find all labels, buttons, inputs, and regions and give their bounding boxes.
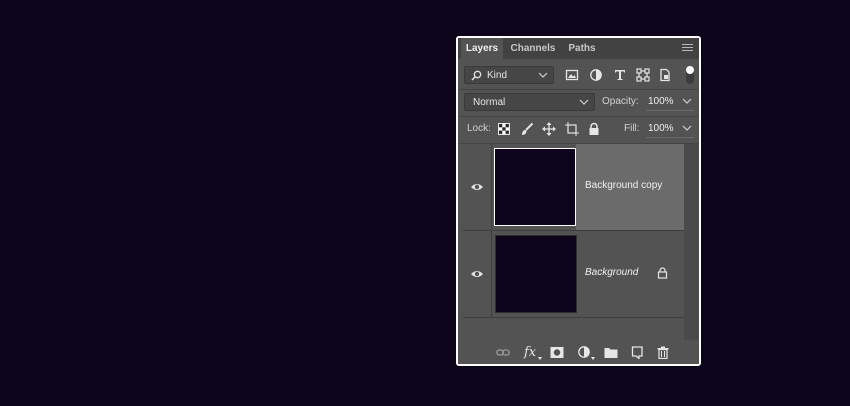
blend-row: Normal Opacity: 100% <box>458 91 699 113</box>
divider <box>458 116 699 117</box>
adjustment-layer-icon[interactable] <box>577 345 595 361</box>
blend-mode-select[interactable]: Normal <box>464 93 595 111</box>
tab-paths[interactable]: Paths <box>562 38 602 59</box>
layer-lock-icon[interactable] <box>657 267 668 279</box>
tab-channels[interactable]: Channels <box>505 38 561 59</box>
layer-name[interactable]: Background copy <box>585 180 662 191</box>
visibility-column <box>463 231 492 317</box>
mask-icon[interactable] <box>550 346 564 359</box>
lock-all-icon[interactable] <box>587 122 601 136</box>
chevron-down-icon <box>579 99 589 105</box>
layer-thumbnail[interactable] <box>494 148 576 226</box>
lock-transparent-icon[interactable] <box>498 123 510 135</box>
opacity-underline <box>646 110 694 111</box>
layer-thumbnail[interactable] <box>495 235 577 313</box>
adjustment-filter-icon[interactable] <box>589 68 603 82</box>
filter-kind-label: Kind <box>487 70 508 81</box>
lock-artboard-icon[interactable] <box>565 122 579 136</box>
fx-icon[interactable]: fx <box>524 343 542 361</box>
divider <box>458 89 699 90</box>
fill-label: Fill: <box>624 123 640 134</box>
shape-filter-icon[interactable] <box>636 68 650 82</box>
filter-toggle[interactable] <box>686 66 694 84</box>
link-layers-icon[interactable] <box>496 346 510 359</box>
lock-row: Lock: Fill: 100% <box>458 118 699 140</box>
layer-row-background[interactable]: Background <box>463 231 684 318</box>
opacity-value[interactable]: 100% <box>648 93 674 111</box>
tab-layers[interactable]: Layers <box>461 38 503 59</box>
eye-icon[interactable] <box>470 182 484 192</box>
panel-menu-icon[interactable] <box>682 44 693 53</box>
fill-value[interactable]: 100% <box>648 120 674 138</box>
layers-list: Background copy Background <box>463 144 684 340</box>
search-icon <box>471 70 482 81</box>
chevron-down-icon <box>538 72 548 78</box>
image-filter-icon[interactable] <box>565 68 579 82</box>
filter-kind-select[interactable]: Kind <box>464 66 554 84</box>
panel-footer: fx <box>458 340 699 364</box>
type-filter-icon[interactable] <box>613 68 627 82</box>
trash-icon[interactable] <box>656 346 670 359</box>
visibility-column <box>463 144 492 230</box>
layers-scrollbar[interactable] <box>684 144 699 340</box>
new-layer-icon[interactable] <box>630 346 644 359</box>
opacity-chevron-icon[interactable] <box>682 97 692 105</box>
opacity-label: Opacity: <box>602 96 639 107</box>
layer-row-background-copy[interactable]: Background copy <box>463 144 684 231</box>
blend-mode-value: Normal <box>473 97 506 108</box>
smart-object-filter-icon[interactable] <box>658 68 672 82</box>
fill-chevron-icon[interactable] <box>682 124 692 132</box>
lock-position-icon[interactable] <box>542 122 556 136</box>
group-folder-icon[interactable] <box>604 346 618 359</box>
lock-label: Lock: <box>467 123 491 134</box>
layer-name[interactable]: Background <box>585 267 638 278</box>
panel-tab-bar: Layers Channels Paths <box>458 38 699 59</box>
fill-underline <box>646 137 694 138</box>
filter-row: Kind <box>458 64 699 86</box>
lock-brush-icon[interactable] <box>520 122 534 136</box>
layers-panel: Layers Channels Paths Kind Normal Opacit… <box>456 36 701 366</box>
eye-icon[interactable] <box>470 269 484 279</box>
